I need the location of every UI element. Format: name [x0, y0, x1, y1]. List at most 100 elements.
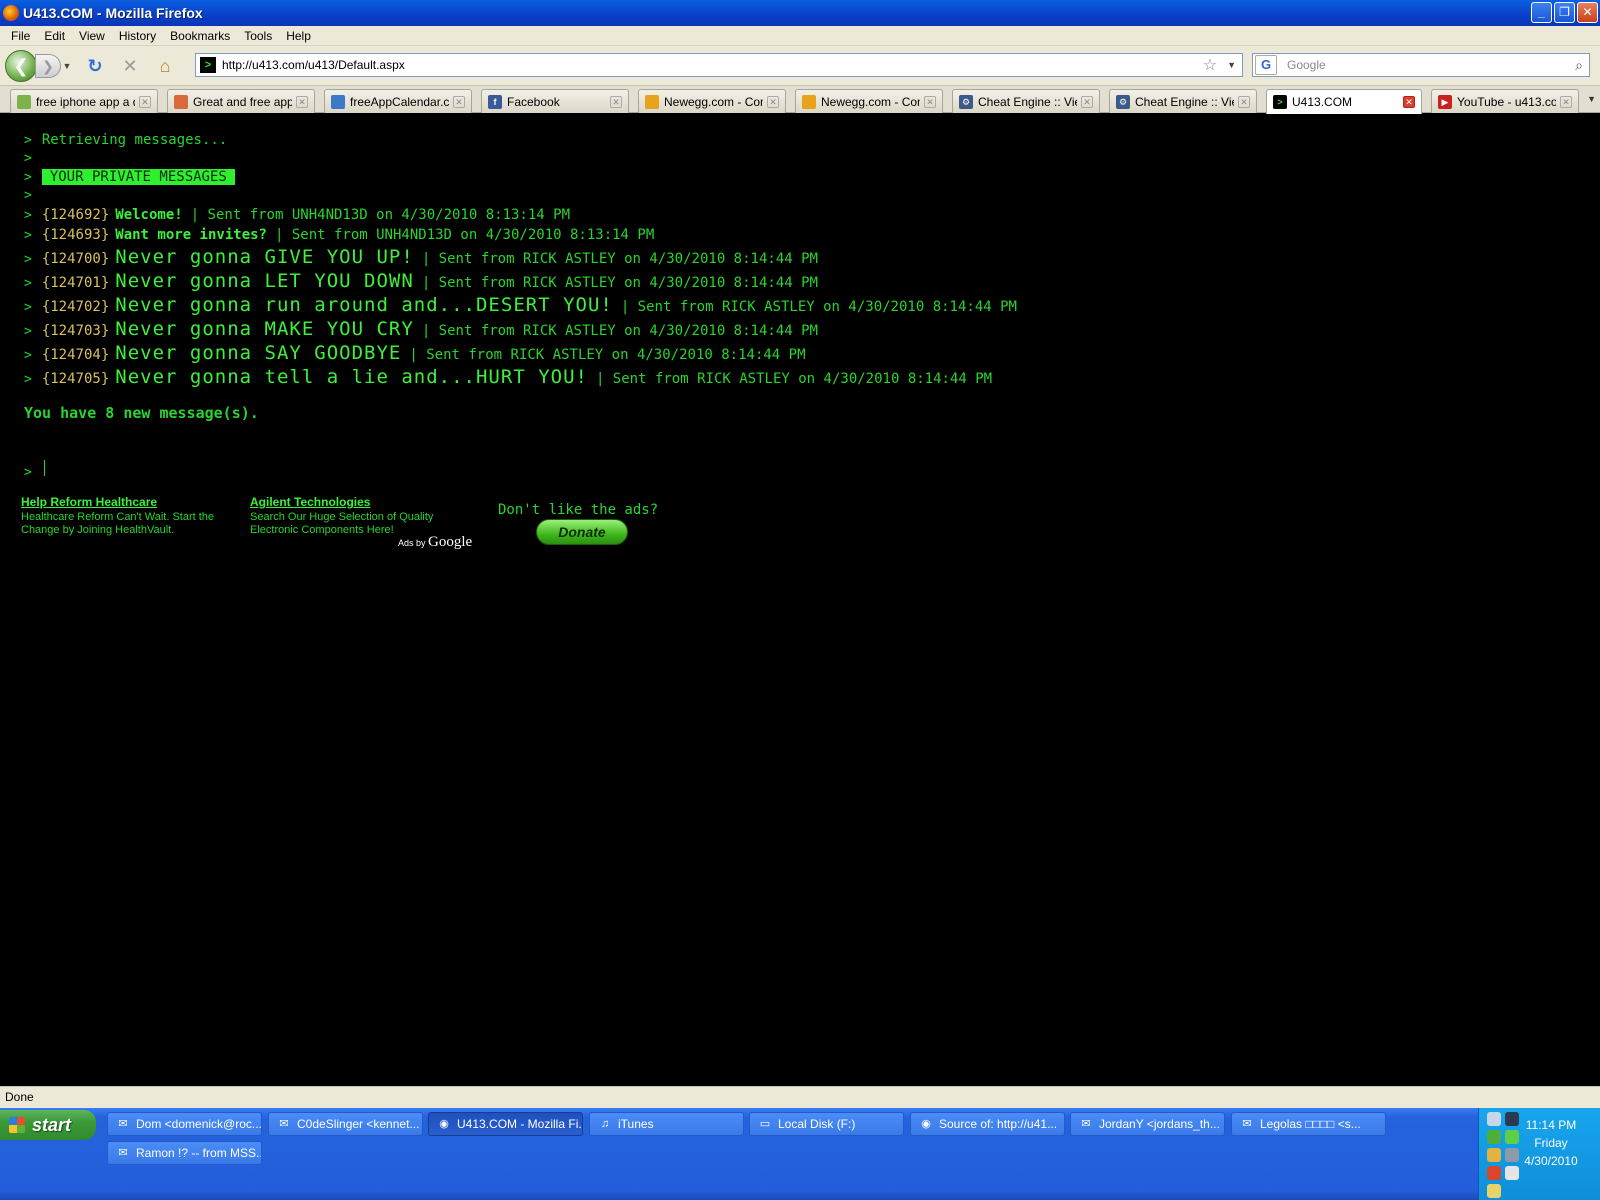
taskbar-item[interactable]: ♫ iTunes [589, 1112, 744, 1136]
prompt: > [24, 188, 32, 203]
menu-help[interactable]: Help [279, 29, 318, 43]
forward-button[interactable]: ❯ [35, 53, 61, 78]
minimize-button[interactable]: _ [1531, 2, 1552, 23]
messenger-icon[interactable] [1487, 1130, 1501, 1144]
tray-info-icon[interactable] [1487, 1112, 1501, 1126]
home-icon[interactable]: ⌂ [152, 53, 178, 79]
tab-active[interactable]: > U413.COM ✕ [1266, 89, 1422, 114]
taskbar-item[interactable]: ✉ Ramon !? -- from MSS... [107, 1141, 262, 1165]
text-cursor[interactable] [43, 460, 45, 476]
stop-icon[interactable]: ✕ [117, 53, 143, 79]
search-placeholder[interactable]: Google [1287, 58, 1575, 72]
tab-list-dropdown-icon[interactable]: ▼ [1587, 94, 1596, 104]
taskbar-item[interactable]: ▭ Local Disk (F:) [749, 1112, 904, 1136]
menu-edit[interactable]: Edit [37, 29, 72, 43]
taskbar-item[interactable]: ✉ Legolas □□□□ <s... [1231, 1112, 1386, 1136]
donate-button[interactable]: Donate [536, 519, 628, 545]
message-subject[interactable]: Never gonna tell a lie and...HURT YOU! [115, 366, 588, 388]
taskbar-item-label: C0deSlinger <kennet... [297, 1117, 420, 1131]
bookmark-star-icon[interactable]: ☆ [1203, 55, 1217, 75]
taskbar-item[interactable]: ✉ C0deSlinger <kennet... [268, 1112, 423, 1136]
folder-icon[interactable] [1487, 1184, 1501, 1198]
update-icon[interactable] [1487, 1166, 1501, 1180]
menu-bookmarks[interactable]: Bookmarks [163, 29, 237, 43]
taskbar-item[interactable]: ✉ Dom <domenick@roc... [107, 1112, 262, 1136]
tab-close-icon[interactable]: ✕ [139, 95, 151, 108]
message-row[interactable]: > {124705} Never gonna tell a lie and...… [24, 366, 992, 388]
taskbar-item-label: Legolas □□□□ <s... [1260, 1117, 1361, 1131]
tab-close-icon[interactable]: ✕ [453, 95, 465, 108]
message-row[interactable]: > {124700} Never gonna GIVE YOU UP! | Se… [24, 246, 818, 268]
menu-file[interactable]: File [4, 29, 37, 43]
message-row[interactable]: > {124701} Never gonna LET YOU DOWN | Se… [24, 270, 818, 292]
message-subject[interactable]: Never gonna SAY GOODBYE [115, 342, 401, 364]
tab-close-icon[interactable]: ✕ [1403, 96, 1415, 108]
message-row[interactable]: > {124692} Welcome! | Sent from UNH4ND13… [24, 207, 570, 223]
maximize-button[interactable]: ❐ [1554, 2, 1575, 23]
taskbar-item[interactable]: ✉ JordanY <jordans_th... [1070, 1112, 1225, 1136]
back-button[interactable]: ❮ [5, 49, 37, 82]
history-dropdown-icon[interactable]: ▼ [61, 61, 73, 71]
connection-icon[interactable] [1505, 1166, 1519, 1180]
new-messages-summary: You have 8 new message(s). [24, 404, 259, 422]
menu-view[interactable]: View [72, 29, 112, 43]
tab[interactable]: Newegg.com - Com... ✕ [638, 89, 786, 113]
tab[interactable]: Newegg.com - Com... ✕ [795, 89, 943, 113]
ads-by-google-link[interactable]: Ads by Google [398, 534, 472, 551]
message-row[interactable]: > {124693} Want more invites? | Sent fro… [24, 227, 654, 243]
tab[interactable]: ▶ YouTube - u413.co... ✕ [1431, 89, 1579, 113]
message-subject[interactable]: Welcome! [115, 207, 182, 223]
clock-time[interactable]: 11:14 PM [1509, 1118, 1593, 1132]
tab-label: Great and free app... [193, 94, 292, 109]
url-dropdown-icon[interactable]: ▼ [1227, 60, 1236, 70]
menu-history[interactable]: History [112, 29, 163, 43]
message-subject[interactable]: Never gonna GIVE YOU UP! [115, 246, 414, 268]
menu-tools[interactable]: Tools [237, 29, 279, 43]
prompt: > [24, 133, 32, 148]
tab-close-icon[interactable]: ✕ [1081, 95, 1093, 108]
volume-icon[interactable] [1487, 1148, 1501, 1162]
tab[interactable]: ⚙ Cheat Engine :: Vie... ✕ [1109, 89, 1257, 113]
taskbar-item-active[interactable]: ◉ U413.COM - Mozilla Fi... [428, 1112, 583, 1136]
command-line[interactable]: > [24, 460, 45, 480]
message-meta: | Sent from RICK ASTLEY on 4/30/2010 8:1… [620, 299, 1017, 315]
tab[interactable]: Great and free app... ✕ [167, 89, 315, 113]
address-bar[interactable]: > http://u413.com/u413/Default.aspx ☆ ▼ [195, 53, 1243, 77]
tab[interactable]: ⚙ Cheat Engine :: Vie... ✕ [952, 89, 1100, 113]
ad-title[interactable]: Agilent Technologies [250, 496, 474, 509]
tab[interactable]: free iphone app a d... ✕ [10, 89, 158, 113]
message-row[interactable]: > {124704} Never gonna SAY GOODBYE | Sen… [24, 342, 806, 364]
system-tray: 11:14 PM Friday 4/30/2010 [1478, 1108, 1600, 1200]
gear-icon: ⚙ [959, 94, 973, 109]
message-row[interactable]: > {124703} Never gonna MAKE YOU CRY | Se… [24, 318, 818, 340]
start-button[interactable]: start [0, 1110, 96, 1140]
tab-close-icon[interactable]: ✕ [296, 95, 308, 108]
message-row[interactable]: > {124702} Never gonna run around and...… [24, 294, 1017, 316]
search-box[interactable]: G Google ⌕ [1252, 53, 1590, 77]
mascot-icon [174, 94, 188, 109]
google-engine-icon[interactable]: G [1255, 55, 1277, 75]
tab-label: Cheat Engine :: Vie... [978, 94, 1077, 109]
search-icon[interactable]: ⌕ [1575, 57, 1583, 74]
ad-title[interactable]: Help Reform Healthcare [21, 496, 245, 509]
tab-close-icon[interactable]: ✕ [610, 95, 622, 108]
reload-icon[interactable]: ↻ [82, 53, 108, 79]
tab[interactable]: f Facebook ✕ [481, 89, 629, 113]
message-subject[interactable]: Never gonna LET YOU DOWN [115, 270, 414, 292]
close-button[interactable]: ✕ [1577, 2, 1598, 23]
tab-close-icon[interactable]: ✕ [1238, 95, 1250, 108]
ad-block[interactable]: Help Reform Healthcare Healthcare Reform… [21, 496, 245, 537]
tab-close-icon[interactable]: ✕ [924, 95, 936, 108]
prompt: > [24, 324, 32, 339]
ad-block[interactable]: Agilent Technologies Search Our Huge Sel… [250, 496, 474, 537]
tab-label: Newegg.com - Com... [821, 94, 920, 109]
url-text[interactable]: http://u413.com/u413/Default.aspx [222, 58, 1203, 72]
message-subject[interactable]: Want more invites? [115, 227, 267, 243]
tab[interactable]: freeAppCalendar.c... ✕ [324, 89, 472, 113]
tab-close-icon[interactable]: ✕ [767, 95, 779, 108]
tab-close-icon[interactable]: ✕ [1560, 95, 1572, 108]
window-title-bar[interactable]: U413.COM - Mozilla Firefox _ ❐ ✕ [0, 0, 1600, 26]
message-subject[interactable]: Never gonna run around and...DESERT YOU! [115, 294, 613, 316]
taskbar-item[interactable]: ◉ Source of: http://u41... [910, 1112, 1065, 1136]
message-subject[interactable]: Never gonna MAKE YOU CRY [115, 318, 414, 340]
